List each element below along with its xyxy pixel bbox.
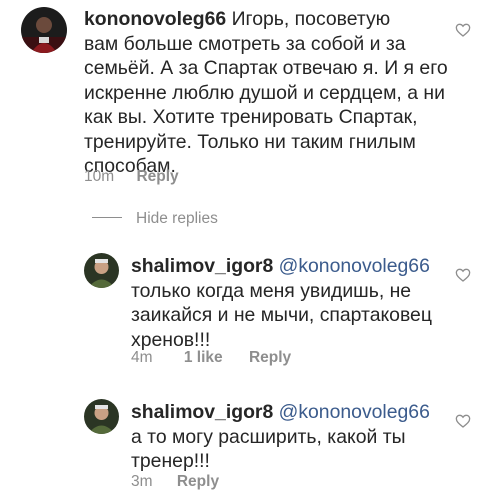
comment-text-line: тренируйте. Только ни таким гнилым <box>84 130 416 153</box>
reply-body: shalimov_igor8 @kononovoleg66 только ког… <box>131 254 461 352</box>
heart-outline-icon[interactable] <box>455 22 471 38</box>
heart-outline-icon[interactable] <box>455 267 471 283</box>
avatar-image <box>84 253 119 288</box>
comment-meta: 10m Reply <box>84 167 179 187</box>
avatar[interactable] <box>84 399 119 434</box>
hide-replies-toggle[interactable]: Hide replies <box>92 209 218 229</box>
reply-text-line: заикайся и не мычи, спартаковец <box>131 304 432 326</box>
reply-text-line: тренер!!! <box>131 450 210 472</box>
reply-time: 4m <box>131 349 153 366</box>
comment-text-line: Игорь, посоветую <box>231 8 391 30</box>
likes-count[interactable]: 1 like <box>184 348 223 368</box>
reply-button[interactable]: Reply <box>136 167 178 187</box>
comment-text-line: семьёй. А за Спартак отвечаю я. И я его <box>84 57 448 79</box>
comment-body: kononovoleg66 Игорь, посоветую вам больш… <box>84 7 464 179</box>
reply-body: shalimov_igor8 @kononovoleg66 а то могу … <box>131 400 461 474</box>
reply-meta: 4m 1 like Reply <box>131 348 291 368</box>
comment-text-line: искренне люблю душой и сердцем, а ни <box>84 81 445 104</box>
reply-meta: 3m Reply <box>131 472 219 492</box>
comment-text-line: вам больше смотреть за собой и за <box>84 32 406 55</box>
comment-username[interactable]: kononovoleg66 <box>84 8 226 30</box>
reply-username[interactable]: shalimov_igor8 <box>131 255 273 277</box>
divider-line <box>92 217 122 219</box>
heart-outline-icon[interactable] <box>455 413 471 429</box>
avatar-image <box>21 7 67 53</box>
reply-button[interactable]: Reply <box>177 472 219 492</box>
reply-time: 3m <box>131 473 153 490</box>
hide-replies-label: Hide replies <box>136 210 218 227</box>
reply-text-line: только когда меня увидишь, не <box>131 279 412 302</box>
comment-text-line: как вы. Хотите тренировать Спартак, <box>84 106 418 128</box>
mention-link[interactable]: @kononovoleg66 <box>279 255 430 277</box>
mention-link[interactable]: @kononovoleg66 <box>279 401 430 423</box>
avatar-image <box>84 399 119 434</box>
reply-text-line: а то могу расширить, какой ты <box>131 425 406 448</box>
reply-button[interactable]: Reply <box>249 348 291 368</box>
reply-username[interactable]: shalimov_igor8 <box>131 401 273 423</box>
comment-time: 10m <box>84 168 115 185</box>
avatar[interactable] <box>21 7 67 53</box>
avatar[interactable] <box>84 253 119 288</box>
